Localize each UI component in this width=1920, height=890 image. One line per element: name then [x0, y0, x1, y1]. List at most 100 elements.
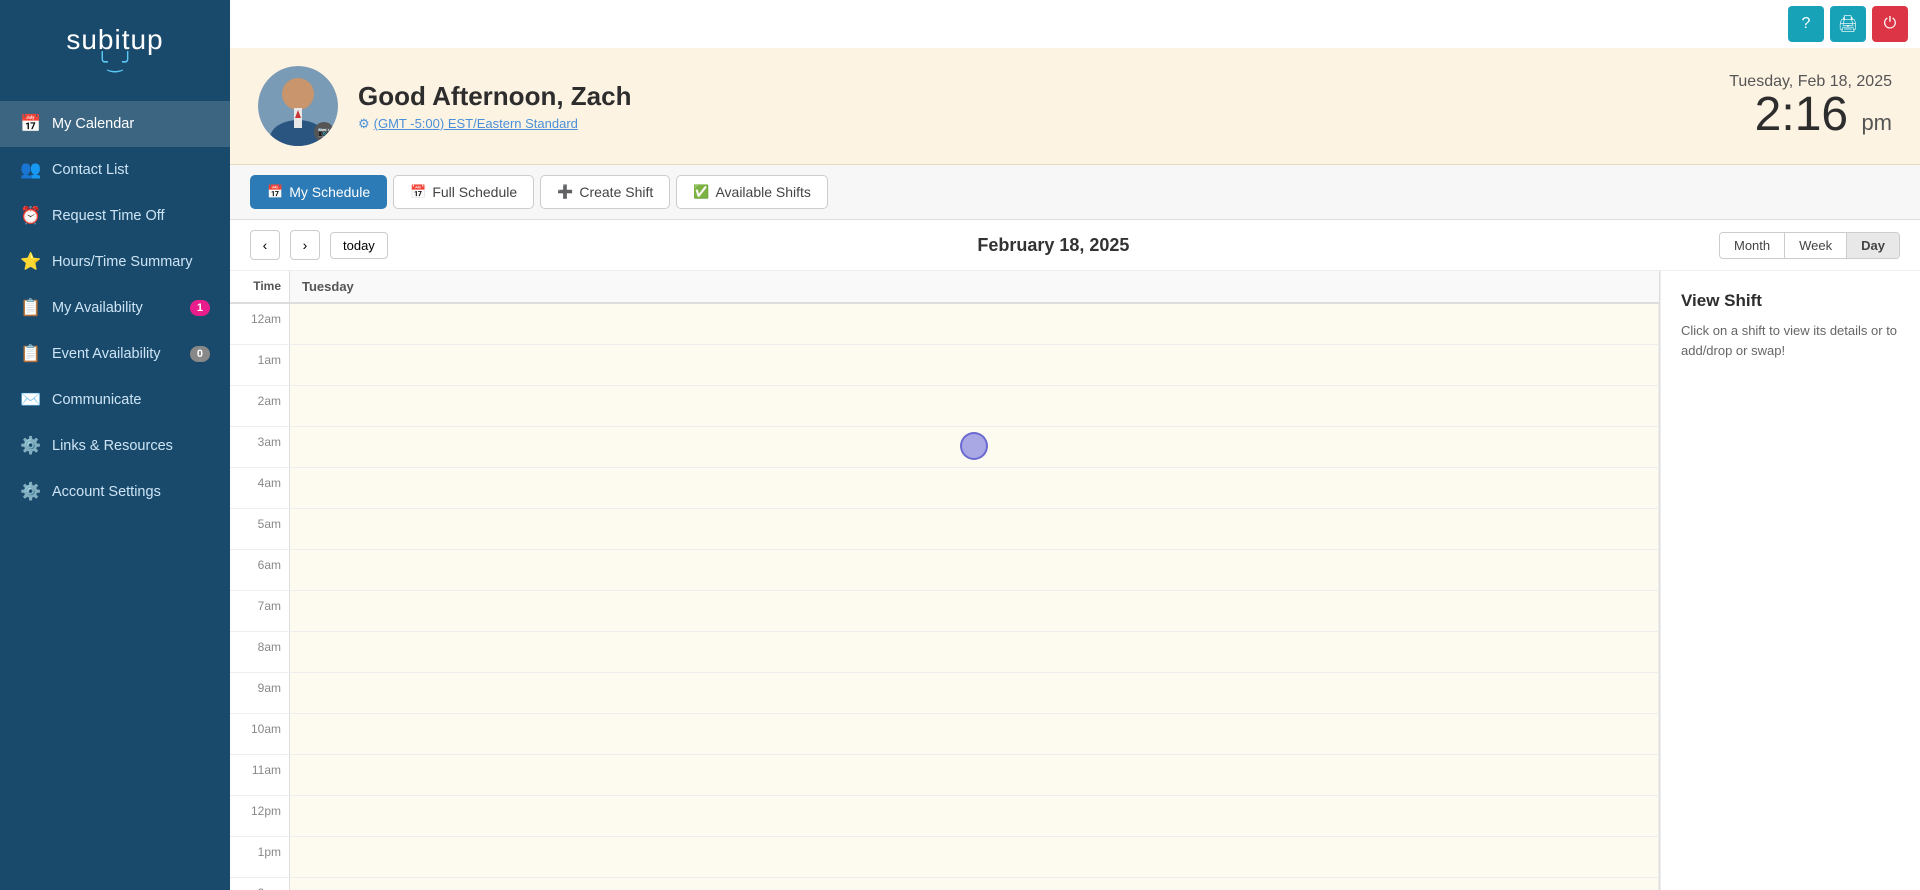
tab-available-shifts[interactable]: ✅Available Shifts — [676, 175, 828, 209]
time-label-9: 9am — [230, 673, 290, 713]
day-cell-0[interactable] — [290, 304, 1659, 344]
tab-create-shift[interactable]: ➕Create Shift — [540, 175, 670, 209]
day-cell-7[interactable] — [290, 591, 1659, 631]
view-shift-panel: View Shift Click on a shift to view its … — [1660, 271, 1920, 890]
schedule-tabs: 📅My Schedule📅Full Schedule➕Create Shift✅… — [230, 165, 1920, 220]
time-ampm: pm — [1861, 110, 1892, 135]
sidebar-item-account-settings[interactable]: ⚙️ Account Settings — [0, 469, 230, 515]
time-label-1: 1am — [230, 345, 290, 385]
sidebar-item-hours-time-summary[interactable]: ⭐ Hours/Time Summary — [0, 239, 230, 285]
sidebar-item-request-time-off[interactable]: ⏰ Request Time Off — [0, 193, 230, 239]
time-label-12: 12pm — [230, 796, 290, 836]
day-cell-14[interactable] — [290, 878, 1659, 890]
time-row-2: 2am — [230, 386, 1659, 427]
full-schedule-tab-icon: 📅 — [410, 184, 426, 200]
day-cell-12[interactable] — [290, 796, 1659, 836]
sidebar-label-hours-time-summary: Hours/Time Summary — [52, 254, 192, 270]
day-cell-6[interactable] — [290, 550, 1659, 590]
welcome-left: 📷 Good Afternoon, Zach ⚙ (GMT -5:00) EST… — [258, 66, 631, 146]
view-btn-day[interactable]: Day — [1847, 233, 1899, 258]
avatar-camera-icon[interactable]: 📷 — [314, 122, 334, 142]
view-btn-week[interactable]: Week — [1785, 233, 1847, 258]
day-cell-5[interactable] — [290, 509, 1659, 549]
time-label-2: 2am — [230, 386, 290, 426]
avatar: 📷 — [258, 66, 338, 146]
sidebar-label-request-time-off: Request Time Off — [52, 208, 165, 224]
sidebar-item-my-availability[interactable]: 📋 My Availability 1 — [0, 285, 230, 331]
time-value: 2:16 — [1755, 88, 1848, 141]
create-shift-tab-icon: ➕ — [557, 184, 573, 200]
time-row-7: 7am — [230, 591, 1659, 632]
available-shifts-tab-icon: ✅ — [693, 184, 709, 200]
time-row-9: 9am — [230, 673, 1659, 714]
view-btn-month[interactable]: Month — [1720, 233, 1785, 258]
day-cell-3[interactable] — [290, 427, 1659, 467]
calendar-column-header: Time Tuesday — [230, 271, 1659, 304]
gear-icon: ⚙ — [358, 116, 370, 132]
sidebar-item-contact-list[interactable]: 👥 Contact List — [0, 147, 230, 193]
view-shift-description: Click on a shift to view its details or … — [1681, 321, 1900, 360]
welcome-banner: 📷 Good Afternoon, Zach ⚙ (GMT -5:00) EST… — [230, 48, 1920, 165]
time-row-0: 12am — [230, 304, 1659, 345]
next-button[interactable]: › — [290, 230, 320, 260]
time-row-8: 8am — [230, 632, 1659, 673]
welcome-text: Good Afternoon, Zach ⚙ (GMT -5:00) EST/E… — [358, 81, 631, 132]
sidebar-item-communicate[interactable]: ✉️ Communicate — [0, 377, 230, 423]
tab-full-schedule[interactable]: 📅Full Schedule — [393, 175, 534, 209]
help-button[interactable]: ? — [1788, 6, 1824, 42]
view-shift-title: View Shift — [1681, 291, 1900, 311]
time-row-10: 10am — [230, 714, 1659, 755]
time-label-7: 7am — [230, 591, 290, 631]
day-cell-1[interactable] — [290, 345, 1659, 385]
badge-event-availability: 0 — [190, 346, 210, 362]
tab-my-schedule[interactable]: 📅My Schedule — [250, 175, 387, 209]
sidebar-item-my-calendar[interactable]: 📅 My Calendar — [0, 101, 230, 147]
time-row-6: 6am — [230, 550, 1659, 591]
sidebar-label-contact-list: Contact List — [52, 162, 129, 178]
greeting: Good Afternoon, Zach — [358, 81, 631, 112]
calendar-title: February 18, 2025 — [398, 235, 1709, 256]
time-label-0: 12am — [230, 304, 290, 344]
communicate-icon: ✉️ — [20, 390, 40, 410]
main-content: ? 🖨 ⏻ 📷 Good Afternoon, — [230, 0, 1920, 890]
time-row-11: 11am — [230, 755, 1659, 796]
time-label-5: 5am — [230, 509, 290, 549]
today-button[interactable]: today — [330, 232, 388, 259]
sidebar-item-event-availability[interactable]: 📋 Event Availability 0 — [0, 331, 230, 377]
my-availability-icon: 📋 — [20, 298, 40, 318]
day-cell-13[interactable] — [290, 837, 1659, 877]
sidebar-item-links-resources[interactable]: ⚙️ Links & Resources — [0, 423, 230, 469]
time-row-13: 1pm — [230, 837, 1659, 878]
sidebar-label-communicate: Communicate — [52, 392, 141, 408]
badge-my-availability: 1 — [190, 300, 210, 316]
day-cell-11[interactable] — [290, 755, 1659, 795]
calendar-grid: Time Tuesday 12am 1am 2am 3am 4 — [230, 271, 1660, 890]
day-cell-2[interactable] — [290, 386, 1659, 426]
current-time: 2:16 pm — [1729, 91, 1892, 139]
day-cell-4[interactable] — [290, 468, 1659, 508]
prev-button[interactable]: ‹ — [250, 230, 280, 260]
sidebar-logo: subitup ╰‿╯ — [0, 0, 230, 93]
time-row-12: 12pm — [230, 796, 1659, 837]
timezone-link[interactable]: (GMT -5:00) EST/Eastern Standard — [374, 116, 578, 131]
time-label-6: 6am — [230, 550, 290, 590]
request-time-off-icon: ⏰ — [20, 206, 40, 226]
time-label-10: 10am — [230, 714, 290, 754]
contact-list-icon: 👥 — [20, 160, 40, 180]
my-calendar-icon: 📅 — [20, 114, 40, 134]
time-label-13: 1pm — [230, 837, 290, 877]
time-row-4: 4am — [230, 468, 1659, 509]
day-cell-10[interactable] — [290, 714, 1659, 754]
day-cell-8[interactable] — [290, 632, 1659, 672]
time-row-3: 3am — [230, 427, 1659, 468]
print-button[interactable]: 🖨 — [1830, 6, 1866, 42]
sidebar: subitup ╰‿╯ 📅 My Calendar 👥 Contact List… — [0, 0, 230, 890]
my-schedule-tab-icon: 📅 — [267, 184, 283, 200]
sidebar-label-event-availability: Event Availability — [52, 346, 161, 362]
welcome-right: Tuesday, Feb 18, 2025 2:16 pm — [1729, 73, 1892, 139]
logo-smile: ╰‿╯ — [20, 52, 210, 73]
sidebar-nav: 📅 My Calendar 👥 Contact List ⏰ Request T… — [0, 93, 230, 890]
logout-button[interactable]: ⏻ — [1872, 6, 1908, 42]
view-buttons: MonthWeekDay — [1719, 232, 1900, 259]
day-cell-9[interactable] — [290, 673, 1659, 713]
